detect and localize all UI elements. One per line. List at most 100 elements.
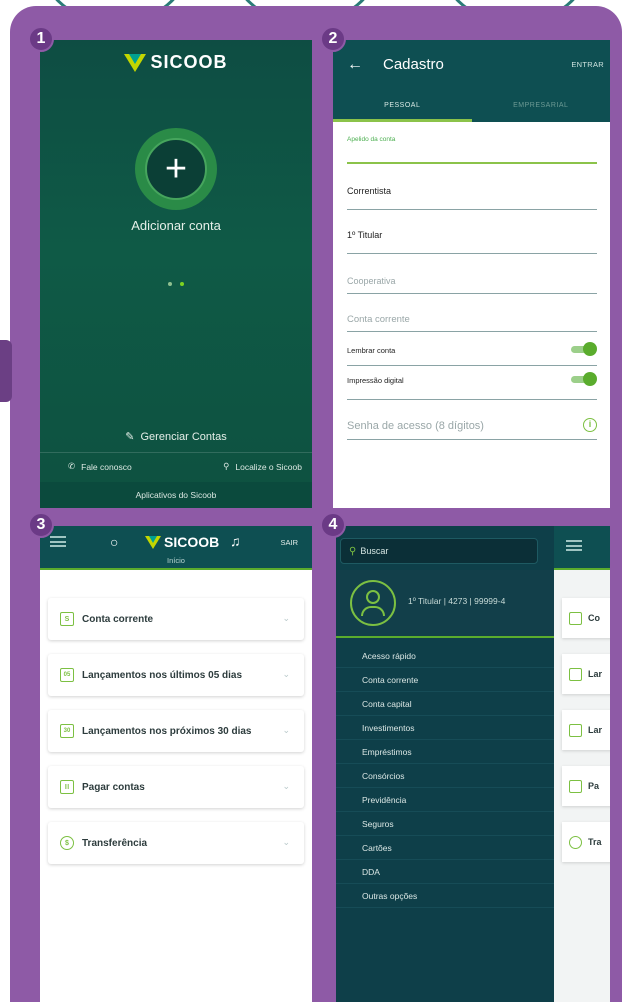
- menu-item-insurance[interactable]: Seguros: [336, 812, 554, 836]
- drawer-menu: Acesso rápido Conta corrente Conta capit…: [336, 644, 554, 908]
- remember-account-toggle[interactable]: [569, 342, 597, 356]
- screen-add-account: SICOOB + Adicionar conta ✎ Gerenciar Con…: [40, 40, 312, 508]
- chevron-down-icon: ⌄: [282, 669, 290, 679]
- search-placeholder: Buscar: [360, 546, 389, 556]
- calendar-icon: 05: [60, 668, 74, 682]
- card-checking-account[interactable]: S Conta corrente ⌄: [48, 598, 304, 640]
- transfer-icon: $: [60, 836, 74, 850]
- card-label: Transferência: [82, 837, 148, 849]
- page-title: Início: [167, 556, 185, 565]
- sicoob-logo: SICOOB: [145, 534, 219, 550]
- chat-icon[interactable]: ○: [110, 534, 118, 550]
- chevron-down-icon: ⌄: [282, 781, 290, 791]
- menu-item-quick-access[interactable]: Acesso rápido: [336, 644, 554, 668]
- screen-home: ○ SICOOB ♫ SAIR Início S Conta corrente …: [40, 526, 312, 1002]
- account-icon: [569, 611, 582, 625]
- hamburger-menu-icon[interactable]: [566, 540, 582, 551]
- tab-business[interactable]: EMPRESARIAL: [472, 94, 611, 122]
- bell-icon[interactable]: ♫: [230, 533, 241, 549]
- holder-select[interactable]: 1º Titular: [347, 230, 597, 254]
- card-peek[interactable]: Lar: [562, 654, 610, 694]
- panel-number-badge: 4: [320, 512, 346, 538]
- password-input[interactable]: Senha de acesso (8 dígitos) i: [347, 418, 597, 440]
- card-peek[interactable]: Tra: [562, 822, 610, 862]
- side-drawer: ⚲ Buscar 1º Titular | 4273 | 99999-4 Ace…: [336, 526, 554, 1002]
- card-peek-label: Lar: [588, 669, 603, 679]
- hamburger-menu-icon[interactable]: [50, 536, 66, 547]
- barcode-icon: |||: [60, 780, 74, 794]
- back-arrow-icon[interactable]: ←: [347, 56, 363, 74]
- menu-item-consortiums[interactable]: Consórcios: [336, 764, 554, 788]
- pencil-icon: ✎: [125, 431, 135, 443]
- holder-value: 1º Titular: [347, 230, 383, 240]
- panel-number-badge: 3: [28, 512, 54, 538]
- register-header: ← Cadastro ENTRAR PESSOAL EMPRESARIAL: [333, 40, 610, 122]
- sicoob-logo: SICOOB: [40, 52, 312, 73]
- sicoob-logo-icon: [124, 53, 147, 72]
- card-peek[interactable]: Co: [562, 598, 610, 638]
- fingerprint-label: Impressão digital: [347, 376, 404, 385]
- card-peek[interactable]: Pa: [562, 766, 610, 806]
- page-indicator: [40, 282, 312, 286]
- chevron-down-icon: ⌄: [282, 613, 290, 623]
- card-peek-label: Co: [588, 613, 600, 623]
- card-label: Lançamentos nos últimos 05 dias: [82, 669, 243, 681]
- contact-us-link[interactable]: ✆ Fale conosco: [68, 461, 132, 472]
- bottom-actions: ✆ Fale conosco ⚲ Localize o Sicoob: [40, 452, 312, 480]
- add-account-button[interactable]: +: [135, 128, 217, 210]
- chevron-down-icon: ⌄: [282, 725, 290, 735]
- card-peek[interactable]: Lar: [562, 710, 610, 750]
- menu-item-cards[interactable]: Cartões: [336, 836, 554, 860]
- tab-personal[interactable]: PESSOAL: [333, 94, 472, 122]
- account-type-select[interactable]: Correntista: [347, 186, 597, 210]
- phone-icon: ✆: [68, 461, 76, 471]
- card-last-05-days[interactable]: 05 Lançamentos nos últimos 05 dias ⌄: [48, 654, 304, 696]
- locate-sicoob-link[interactable]: ⚲ Localize o Sicoob: [223, 461, 302, 472]
- checking-account-input[interactable]: Conta corrente: [347, 314, 597, 332]
- enter-button[interactable]: ENTRAR: [571, 60, 604, 69]
- account-header: 1º Titular | 4273 | 99999-4: [336, 570, 554, 638]
- card-transfer[interactable]: $ Transferência ⌄: [48, 822, 304, 864]
- card-peek-label: Pa: [588, 781, 600, 791]
- cooperative-input[interactable]: Cooperativa: [347, 276, 597, 294]
- calendar-icon: [569, 667, 582, 681]
- menu-item-dda[interactable]: DDA: [336, 860, 554, 884]
- nickname-input[interactable]: Apelido da conta: [347, 136, 597, 164]
- panel-number-badge: 2: [320, 26, 346, 52]
- page-dot-active[interactable]: [180, 282, 184, 286]
- card-label: Pagar contas: [82, 781, 145, 793]
- search-input[interactable]: ⚲ Buscar: [340, 538, 538, 564]
- nickname-label: Apelido da conta: [347, 136, 396, 143]
- manage-accounts-link[interactable]: ✎ Gerenciar Contas: [40, 430, 312, 444]
- manage-accounts-label: Gerenciar Contas: [140, 430, 227, 443]
- menu-item-pension[interactable]: Previdência: [336, 788, 554, 812]
- fingerprint-toggle[interactable]: [569, 372, 597, 386]
- account-icon: S: [60, 612, 74, 626]
- cooperative-placeholder: Cooperativa: [347, 276, 396, 286]
- calendar-icon: [569, 723, 582, 737]
- menu-item-capital-account[interactable]: Conta capital: [336, 692, 554, 716]
- screen-menu-drawer: ⚲ Buscar 1º Titular | 4273 | 99999-4 Ace…: [336, 526, 610, 1002]
- account-type-value: Correntista: [347, 186, 392, 196]
- calendar-icon: 30: [60, 724, 74, 738]
- header-underline: [40, 568, 312, 570]
- account-info: 1º Titular | 4273 | 99999-4: [408, 596, 506, 606]
- menu-item-investments[interactable]: Investimentos: [336, 716, 554, 740]
- card-next-30-days[interactable]: 30 Lançamentos nos próximos 30 dias ⌄: [48, 710, 304, 752]
- menu-item-checking-account[interactable]: Conta corrente: [336, 668, 554, 692]
- chevron-down-icon: ⌄: [282, 837, 290, 847]
- menu-item-other-options[interactable]: Outras opções: [336, 884, 554, 908]
- card-pay-bills[interactable]: ||| Pagar contas ⌄: [48, 766, 304, 808]
- info-icon[interactable]: i: [583, 418, 597, 432]
- panel-number-badge: 1: [28, 26, 54, 52]
- menu-item-loans[interactable]: Empréstimos: [336, 740, 554, 764]
- card-label: Lançamentos nos próximos 30 dias: [82, 725, 252, 737]
- page-dot[interactable]: [168, 282, 172, 286]
- logout-button[interactable]: SAIR: [280, 538, 298, 547]
- brand-name: SICOOB: [164, 534, 220, 550]
- password-placeholder: Senha de acesso (8 dígitos): [347, 420, 484, 432]
- tabs: PESSOAL EMPRESARIAL: [333, 94, 610, 122]
- barcode-icon: [569, 779, 582, 793]
- sicoob-apps-link[interactable]: Aplicativos do Sicoob: [40, 482, 312, 508]
- card-label: Conta corrente: [82, 613, 154, 625]
